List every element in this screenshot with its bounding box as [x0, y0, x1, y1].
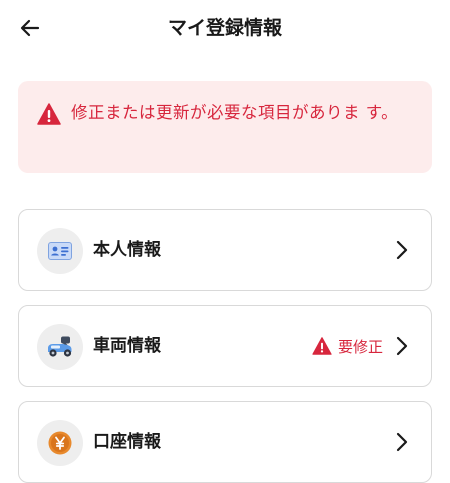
yen-coin-icon — [48, 431, 72, 455]
menu-item-label: 口座情報 — [93, 432, 161, 452]
chevron-right-icon — [396, 240, 408, 260]
chevron-right-icon — [396, 432, 408, 452]
warning-triangle-icon — [37, 103, 61, 125]
menu-item-personal-info[interactable]: 本人情報 — [18, 209, 432, 291]
menu-item-bank-account-info[interactable]: 口座情報 — [18, 401, 432, 483]
row-icon-wrapper — [37, 228, 83, 274]
chevron-right-icon — [396, 336, 408, 356]
needs-fix-badge: 要修正 — [312, 306, 383, 386]
row-icon-wrapper — [37, 420, 83, 466]
scooter-icon — [48, 336, 72, 357]
warning-triangle-icon — [312, 337, 332, 355]
app-header: マイ登録情報 — [0, 0, 450, 56]
row-icon-wrapper — [37, 324, 83, 370]
menu-item-vehicle-info[interactable]: 車両情報 要修正 — [18, 305, 432, 387]
alert-banner: 修正または更新が必要な項目がありま す。 — [18, 81, 432, 173]
id-card-icon — [48, 242, 72, 260]
page-title: マイ登録情報 — [167, 17, 282, 39]
status-label: 要修正 — [337, 337, 383, 356]
menu-item-label: 車両情報 — [93, 336, 161, 356]
menu-item-label: 本人情報 — [93, 240, 161, 260]
alert-message: 修正または更新が必要な項目がありま す。 — [71, 103, 399, 122]
